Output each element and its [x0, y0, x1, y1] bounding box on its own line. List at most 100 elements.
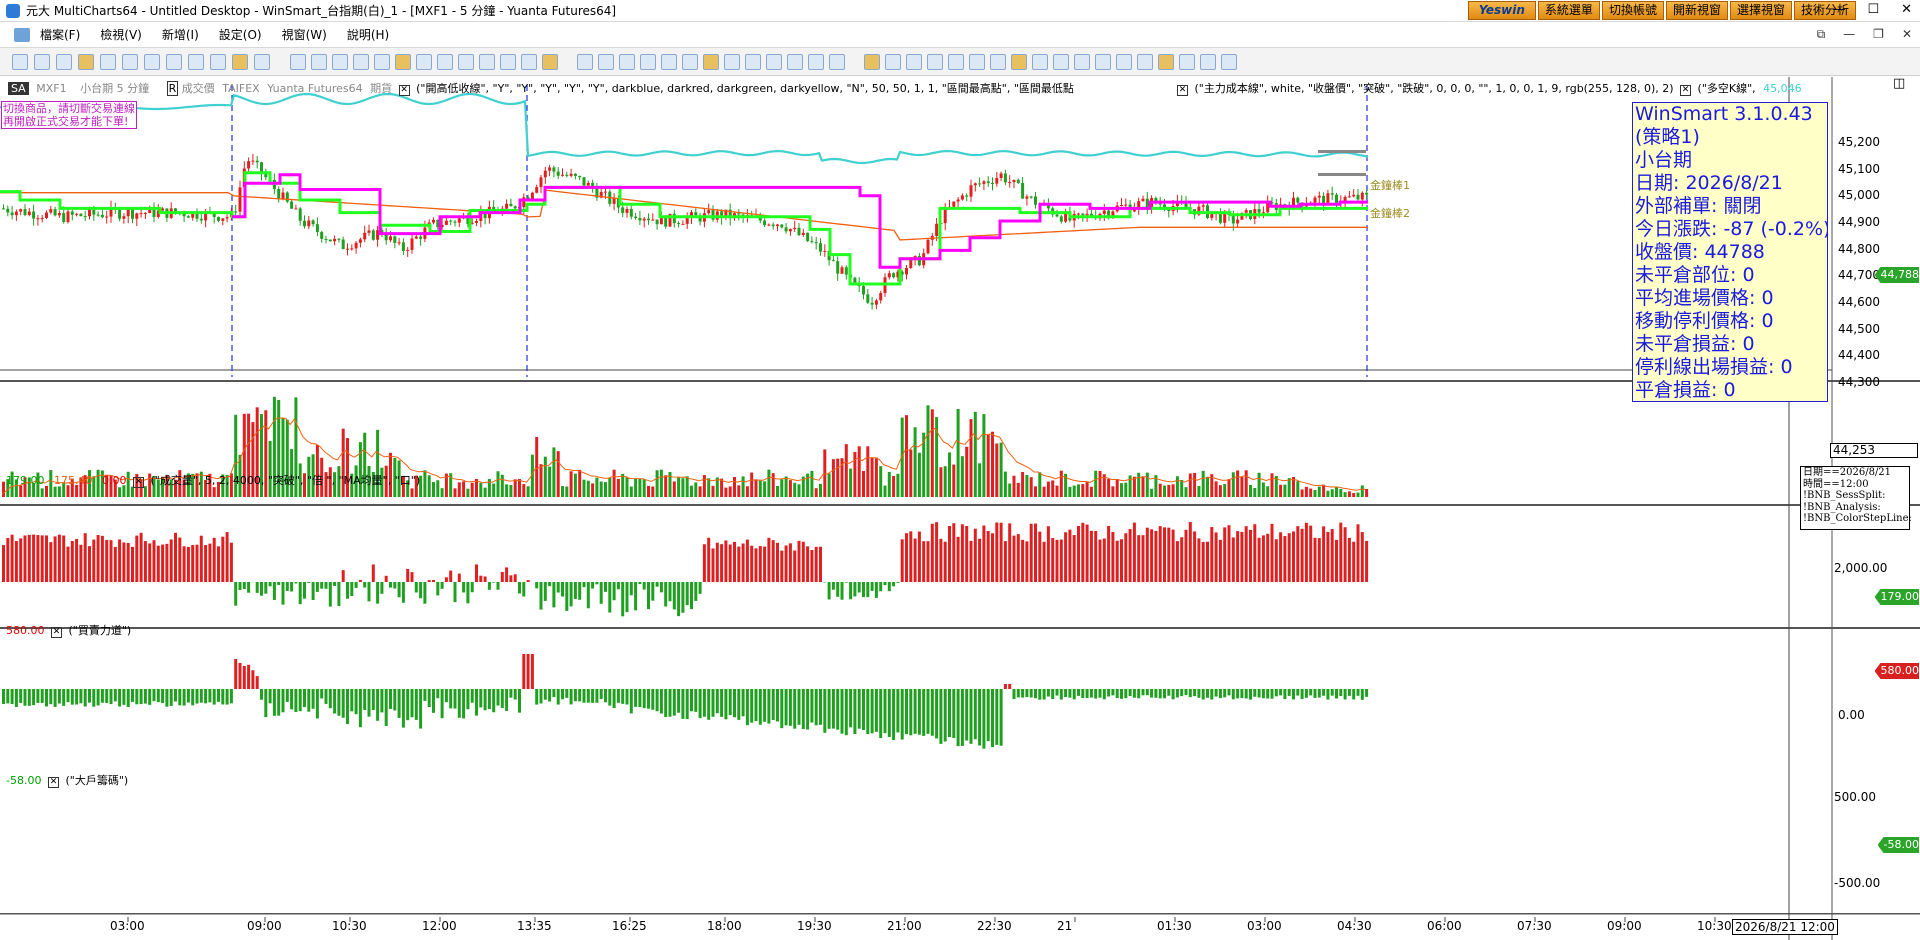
indicator-close-icon[interactable]: ✕	[1177, 85, 1188, 96]
maximize-icon[interactable]: ☐	[1867, 2, 1879, 17]
toolbar-button-icon[interactable]	[210, 54, 226, 70]
toolbar-button-icon[interactable]	[290, 54, 306, 70]
big-holders-bar	[320, 689, 324, 699]
toolbar-button-icon[interactable]	[745, 54, 761, 70]
new-window-button[interactable]: 開新視窗	[1665, 1, 1728, 20]
toolbar-button-icon[interactable]	[787, 54, 803, 70]
toolbar-button-icon[interactable]	[166, 54, 182, 70]
toolbar-button-icon[interactable]	[1011, 54, 1027, 70]
volume-bar	[53, 486, 57, 497]
big-holders-bar	[999, 689, 1003, 746]
mdi-close-icon[interactable]: ✕	[1902, 27, 1912, 42]
buy-sell-bar	[952, 523, 956, 582]
candle-body	[350, 248, 354, 250]
toolbar-button-icon[interactable]	[542, 54, 558, 70]
toolbar-button-icon[interactable]	[619, 54, 635, 70]
buy-sell-bar	[905, 533, 908, 582]
toolbar-button-icon[interactable]	[1137, 54, 1153, 70]
toolbar-button-icon[interactable]	[990, 54, 1006, 70]
big-holders-bar	[131, 689, 134, 702]
volume-legend: 179.00 175.40 0.00 ✕ ("成交量", 5, 2, 4000,…	[6, 472, 420, 488]
toolbar-button-icon[interactable]	[864, 54, 880, 70]
toolbar-button-icon[interactable]	[78, 54, 94, 70]
indicator-close-icon[interactable]: ✕	[398, 85, 410, 96]
toolbar-button-icon[interactable]	[395, 54, 411, 70]
toolbar-button-icon[interactable]	[232, 54, 248, 70]
toolbar-button-icon[interactable]	[906, 54, 922, 70]
indicator-close-icon[interactable]: ✕	[1680, 85, 1692, 96]
toolbar-button-icon[interactable]	[640, 54, 656, 70]
indicator-close-icon[interactable]: ✕	[133, 477, 144, 488]
menu-window[interactable]: 視窗(W)	[272, 26, 337, 43]
menu-help[interactable]: 說明(H)	[337, 26, 399, 43]
menu-view[interactable]: 檢視(V)	[90, 26, 152, 43]
toolbar-button-icon[interactable]	[12, 54, 28, 70]
toolbar-button-icon[interactable]	[332, 54, 348, 70]
toolbar-button-icon[interactable]	[1053, 54, 1069, 70]
toolbar-button-icon[interactable]	[1074, 54, 1090, 70]
toolbar-button-icon[interactable]	[416, 54, 432, 70]
toolbar-button-icon[interactable]	[144, 54, 160, 70]
toolbar-button-icon[interactable]	[969, 54, 985, 70]
mdi-restore-icon[interactable]: ❐	[1873, 27, 1884, 42]
toolbar-button-icon[interactable]	[598, 54, 614, 70]
toolbar-button-icon[interactable]	[254, 54, 270, 70]
toolbar-button-icon[interactable]	[374, 54, 390, 70]
toolbar-button-icon[interactable]	[100, 54, 116, 70]
toolbar-button-icon[interactable]	[808, 54, 824, 70]
toolbar-button-icon[interactable]	[56, 54, 72, 70]
menu-settings[interactable]: 設定(O)	[209, 26, 272, 43]
toolbar-button-icon[interactable]	[311, 54, 327, 70]
toolbar-button-icon[interactable]	[437, 54, 453, 70]
toolbar-button-icon[interactable]	[829, 54, 845, 70]
toolbar-button-icon[interactable]	[1095, 54, 1111, 70]
volume-bar	[1081, 484, 1085, 497]
mdi-minimize-icon[interactable]: —	[1843, 27, 1855, 42]
toolbar-button-icon[interactable]	[661, 54, 677, 70]
toolbar-button-icon[interactable]	[724, 54, 740, 70]
toolbar-button-icon[interactable]	[34, 54, 50, 70]
close-icon[interactable]: ✕	[1901, 2, 1912, 17]
restore-window-icon[interactable]: ⧉	[1817, 27, 1826, 42]
toolbar-button-icon[interactable]	[353, 54, 369, 70]
toolbar-button-icon[interactable]	[682, 54, 698, 70]
r-tag[interactable]: R	[166, 81, 179, 96]
toolbar-button-icon[interactable]	[766, 54, 782, 70]
menu-file[interactable]: 檔案(F)	[30, 26, 90, 43]
toolbar-button-icon[interactable]	[1158, 54, 1174, 70]
system-menu-button[interactable]: 系統選單	[1537, 1, 1600, 20]
yeswin-logo-button[interactable]: Yeswin	[1467, 1, 1536, 20]
toolbar-button-icon[interactable]	[1200, 54, 1216, 70]
toolbar-button-icon[interactable]	[885, 54, 901, 70]
switch-account-button[interactable]: 切換帳號	[1601, 1, 1664, 20]
buy-sell-bar	[303, 582, 306, 599]
candle-body	[642, 218, 646, 221]
volume-bar	[518, 479, 521, 497]
candle-body	[36, 218, 40, 220]
toolbar-button-icon[interactable]	[122, 54, 138, 70]
toolbar-button-icon[interactable]	[1116, 54, 1132, 70]
candle-body	[1335, 194, 1338, 204]
toolbar-button-icon[interactable]	[703, 54, 719, 70]
volume-bar	[651, 486, 655, 497]
toolbar-button-icon[interactable]	[188, 54, 204, 70]
toolbar-button-icon[interactable]	[479, 54, 495, 70]
indicator-close-icon[interactable]: ✕	[47, 777, 59, 788]
indicator-close-icon[interactable]: ✕	[51, 627, 62, 638]
toolbar-button-icon[interactable]	[577, 54, 593, 70]
minimize-icon[interactable]: —	[1832, 2, 1845, 17]
pane-expand-icon[interactable]: ◫	[1893, 76, 1905, 91]
toolbar-button-icon[interactable]	[927, 54, 943, 70]
toolbar-button-icon[interactable]	[1179, 54, 1195, 70]
select-window-button[interactable]: 選擇視窗	[1729, 1, 1792, 20]
symbol-tag[interactable]: SA	[8, 82, 29, 95]
volume-bar	[410, 488, 414, 497]
toolbar-button-icon[interactable]	[1221, 54, 1237, 70]
menu-insert[interactable]: 新增(I)	[152, 26, 209, 43]
toolbar-button-icon[interactable]	[1032, 54, 1048, 70]
toolbar-button-icon[interactable]	[521, 54, 537, 70]
toolbar-button-icon[interactable]	[458, 54, 474, 70]
green-step-line	[0, 171, 1368, 286]
toolbar-button-icon[interactable]	[948, 54, 964, 70]
toolbar-button-icon[interactable]	[500, 54, 516, 70]
